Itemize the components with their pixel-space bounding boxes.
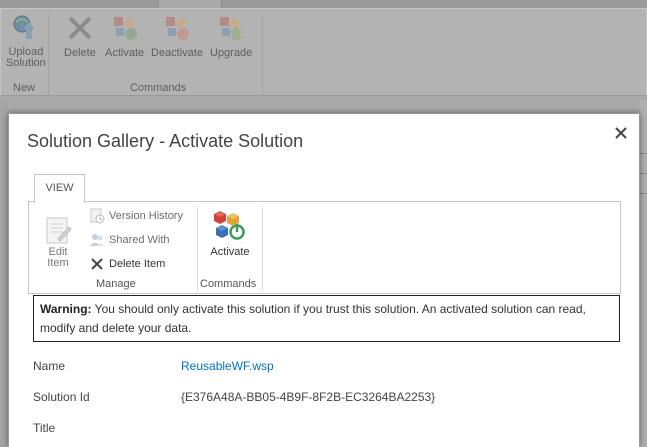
background-deactivate-button[interactable]: Deactivate — [151, 13, 203, 59]
edit-document-icon — [46, 217, 72, 244]
commands-group-label: Commands — [200, 278, 257, 290]
warning-box: Warning: You should only activate this s… — [33, 295, 620, 342]
field-label-solution-id: Solution Id — [33, 390, 90, 404]
close-icon[interactable] — [613, 125, 629, 141]
background-upgrade-button[interactable]: Upgrade — [210, 13, 252, 59]
deactivate-icon — [165, 17, 189, 40]
warning-label: Warning: — [40, 302, 92, 316]
background-deactivate-label: Deactivate — [151, 47, 203, 59]
ribbon-group-separator — [197, 207, 198, 291]
background-delete-label: Delete — [64, 47, 96, 59]
background-row-line — [640, 173, 647, 174]
field-label-name: Name — [33, 359, 66, 373]
dialog-title: Solution Gallery - Activate Solution — [27, 131, 304, 151]
ribbon-tab-row: VIEW — [29, 174, 621, 203]
background-group-separator — [262, 15, 263, 97]
field-value-name: ReusableWF.wsp — [181, 359, 274, 373]
shared-with-label: Shared With — [109, 234, 170, 246]
delete-x-icon — [68, 16, 92, 40]
dialog-ribbon: Edit Item Version History Shared With De… — [28, 201, 621, 294]
background-ribbon: Upload Solution New Delete Activate Deac… — [0, 8, 647, 97]
background-tab-strip — [0, 0, 647, 8]
activate-icon — [214, 211, 245, 240]
background-upgrade-label: Upgrade — [210, 47, 253, 59]
background-row-line — [640, 193, 647, 194]
background-activate-label: Activate — [105, 47, 145, 59]
activate-solution-dialog: Solution Gallery - Activate Solution VIE… — [8, 113, 640, 447]
version-history-button[interactable]: Version History — [89, 208, 183, 224]
background-group-commands-label: Commands — [130, 82, 187, 94]
shared-with-icon — [90, 234, 104, 246]
background-activate-button[interactable]: Activate — [105, 13, 144, 59]
upload-solution-icon — [13, 15, 35, 39]
background-group-new-label: New — [13, 82, 36, 94]
background-delete-button[interactable]: Delete — [64, 13, 96, 59]
ribbon-group-separator — [262, 207, 263, 291]
delete-item-label: Delete Item — [109, 258, 166, 270]
edit-item-line2: Item — [47, 257, 69, 269]
edit-item-button[interactable]: Edit Item — [40, 215, 76, 269]
version-history-icon — [90, 208, 105, 224]
upgrade-icon — [220, 17, 244, 40]
upload-solution-button[interactable]: Upload Solution — [6, 13, 46, 69]
warning-text: You should only activate this solution i… — [40, 302, 586, 335]
delete-x-icon — [91, 258, 103, 270]
shared-with-button[interactable]: Shared With — [89, 232, 170, 248]
tab-view[interactable]: VIEW — [34, 174, 85, 203]
background-row-line — [640, 153, 647, 154]
background-selected-tab — [158, 0, 222, 8]
activate-label: Activate — [210, 246, 250, 258]
solution-name-link[interactable]: ReusableWF.wsp — [181, 359, 274, 373]
background-group-separator — [48, 15, 49, 97]
delete-item-button[interactable]: Delete Item — [89, 256, 165, 272]
version-history-label: Version History — [109, 210, 183, 222]
manage-group-label: Manage — [96, 278, 136, 290]
activate-button[interactable]: Activate — [206, 208, 254, 258]
field-label-title: Title — [33, 421, 56, 435]
activate-icon — [113, 17, 137, 40]
background-left-column — [0, 100, 8, 447]
field-value-solution-id: {E376A48A-BB05-4B9F-8F2B-EC3264BA2253} — [181, 390, 436, 404]
upload-label-line2: Solution — [6, 57, 46, 69]
